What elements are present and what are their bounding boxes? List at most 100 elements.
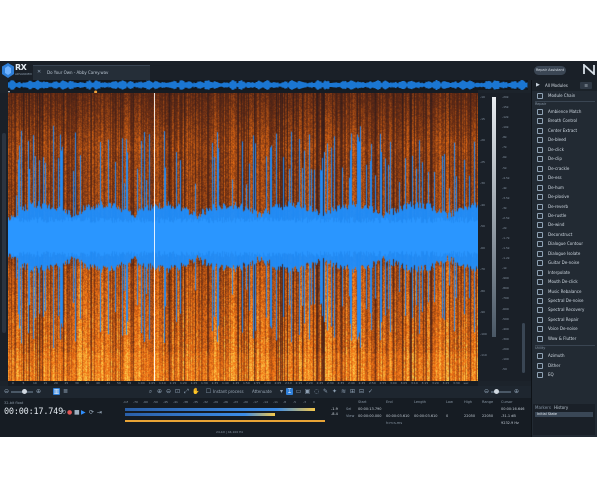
module-item-de-reverb[interactable]: De-reverb — [535, 203, 597, 211]
time-tick: 3:05 — [401, 381, 408, 385]
waveform-check-icon[interactable]: ✓ — [367, 388, 374, 395]
col-high: High — [464, 400, 472, 404]
module-item-de-ess[interactable]: De-ess — [535, 174, 597, 182]
module-item-spectral-recovery[interactable]: Spectral Recovery — [535, 306, 597, 314]
module-item-dialogue-contour[interactable]: Dialogue Contour — [535, 240, 597, 248]
view-high-field[interactable]: 22050 — [464, 414, 475, 418]
spectrogram-view-icon[interactable]: ≣ — [62, 388, 69, 395]
module-item-azimuth[interactable]: Azimuth — [535, 352, 597, 360]
module-item-dither[interactable]: Dither — [535, 362, 597, 370]
time-zoom-knob[interactable] — [22, 389, 27, 394]
freq-zoom-icon[interactable]: ⊟ — [358, 388, 365, 395]
db-tick: -70 — [480, 267, 485, 271]
repeat-button[interactable]: ⟳ — [89, 409, 94, 416]
freq-tick: -20k — [502, 95, 509, 99]
module-icon — [537, 270, 543, 276]
module-item-de-bleed[interactable]: De-bleed — [535, 136, 597, 144]
history-item[interactable]: Initial State — [535, 412, 593, 417]
time-selection-icon[interactable]: ⌶ — [286, 388, 293, 395]
module-item-music-rebalance[interactable]: Music Rebalance — [535, 288, 597, 296]
module-item-de-clip[interactable]: De-clip — [535, 155, 597, 163]
freq-tick: -1.5k — [502, 246, 510, 250]
zoom-out-freq-icon[interactable]: ⊖ — [483, 388, 490, 395]
module-item-de-wind[interactable]: De-wind — [535, 221, 597, 229]
play-module-icon[interactable]: ▶ — [536, 82, 540, 88]
attenuate-select[interactable]: Attenuate — [252, 389, 272, 394]
loop-button[interactable]: ⟲ — [61, 409, 66, 416]
module-item-eq[interactable]: EQ — [535, 371, 597, 379]
frequency-selection-icon[interactable]: ▭ — [295, 388, 302, 395]
module-item-spectral-repair[interactable]: Spectral Repair — [535, 316, 597, 324]
zoom-out-icon[interactable]: ⊖ — [165, 388, 172, 395]
view-length-field[interactable]: 00:00:03.610 — [414, 414, 438, 418]
sel-start-field[interactable]: 00:00:13.790 — [358, 407, 382, 411]
spectrogram-canvas[interactable] — [8, 93, 478, 381]
spectrogram-display[interactable] — [8, 93, 478, 381]
zoom-full-icon[interactable]: ⤢ — [183, 388, 190, 395]
magic-wand-icon[interactable]: ✦ — [331, 388, 338, 395]
module-menu-button[interactable]: ☰ — [580, 82, 592, 89]
instant-process-checkbox[interactable]: ☐ — [205, 388, 212, 395]
view-low-field[interactable]: 0 — [446, 414, 448, 418]
view-start-field[interactable]: 00:00:00.000 — [358, 414, 382, 418]
module-item-voice-de-noise[interactable]: Voice De-noise — [535, 325, 597, 333]
file-tab[interactable]: ✕ Do Your Own - Abby Carey.wav — [33, 65, 150, 81]
dropdown-chevron-icon[interactable]: ▾ — [278, 388, 285, 395]
module-item-center-extract[interactable]: Center Extract — [535, 127, 597, 135]
left-scroll-strip[interactable] — [0, 93, 8, 381]
selection-mode-icon[interactable]: ⊞ — [349, 388, 356, 395]
zoom-in-freq-icon[interactable]: ⊕ — [513, 388, 520, 395]
history-tab[interactable]: History — [554, 405, 568, 410]
module-list-title[interactable]: All Modules — [545, 83, 568, 88]
time-tick: 1:10 — [159, 381, 166, 385]
zoom-selection-icon[interactable]: ⌕ — [147, 388, 154, 395]
close-tab-icon[interactable]: ✕ — [37, 69, 41, 75]
module-item-guitar-de-noise[interactable]: Guitar De-noise — [535, 259, 597, 267]
view-range-field[interactable]: 22050 — [482, 414, 493, 418]
freq-tick: -10k — [502, 125, 509, 129]
time-format-label: h:m:s.ms — [386, 421, 402, 425]
vertical-scrollbar[interactable] — [2, 133, 6, 333]
module-item-de-hum[interactable]: De-hum — [535, 184, 597, 192]
module-item-de-crackle[interactable]: De-crackle — [535, 165, 597, 173]
hand-tool-icon[interactable]: ✋ — [192, 388, 199, 395]
zoom-in-time-icon[interactable]: ⊕ — [35, 388, 42, 395]
module-item-ambience-match[interactable]: Ambience Match — [535, 108, 597, 116]
module-item-wow-flutter[interactable]: Wow & Flutter — [535, 335, 597, 343]
play-button[interactable]: ▶ — [81, 409, 86, 416]
repair-assistant-button[interactable]: Repair Assistant — [534, 66, 566, 75]
freq-zoom-vertical-slider[interactable] — [522, 323, 525, 373]
meter-tick: -23 — [233, 400, 238, 404]
module-item-de-rustle[interactable]: De-rustle — [535, 212, 597, 220]
go-to-end-button[interactable]: ⇥ — [97, 409, 102, 416]
module-item-breath-control[interactable]: Breath Control — [535, 117, 597, 125]
module-item-spectral-de-noise[interactable]: Spectral De-noise — [535, 297, 597, 305]
module-item-de-plosive[interactable]: De-plosive — [535, 193, 597, 201]
module-item-interpolate[interactable]: Interpolate — [535, 269, 597, 277]
lasso-tool-icon[interactable]: ◌ — [313, 388, 320, 395]
module-item-mouth-de-click[interactable]: Mouth De-click — [535, 278, 597, 286]
overview-waveform[interactable] — [8, 80, 528, 90]
record-button[interactable]: ● — [67, 409, 72, 416]
zoom-in-icon[interactable]: ⊕ — [156, 388, 163, 395]
zoom-fit-icon[interactable]: ⊡ — [174, 388, 181, 395]
module-label: Voice De-noise — [548, 326, 578, 331]
stop-button[interactable]: ■ — [74, 409, 80, 416]
playhead-line[interactable] — [154, 93, 155, 381]
harmonic-select-icon[interactable]: ≋ — [340, 388, 347, 395]
zoom-out-time-icon[interactable]: ⊖ — [3, 388, 10, 395]
view-end-field[interactable]: 00:00:03.610 — [386, 414, 410, 418]
module-chain-label: Module Chain — [548, 93, 575, 98]
module-chain-item[interactable]: Module Chain — [535, 92, 597, 100]
markers-tab[interactable]: Markers — [535, 405, 551, 410]
module-item-dialogue-isolate[interactable]: Dialogue Isolate — [535, 250, 597, 258]
time-tick: 1:25 — [191, 381, 198, 385]
module-item-de-click[interactable]: De-click — [535, 146, 597, 154]
freq-tick: -2.5k — [502, 216, 510, 220]
module-item-deconstruct[interactable]: Deconstruct — [535, 231, 597, 239]
time-tick: 2:20 — [306, 381, 313, 385]
freq-zoom-knob[interactable] — [494, 389, 499, 394]
time-frequency-selection-icon[interactable]: ▣ — [304, 388, 311, 395]
brush-tool-icon[interactable]: ✎ — [322, 388, 329, 395]
waveform-view-icon[interactable]: ▥ — [53, 388, 60, 395]
